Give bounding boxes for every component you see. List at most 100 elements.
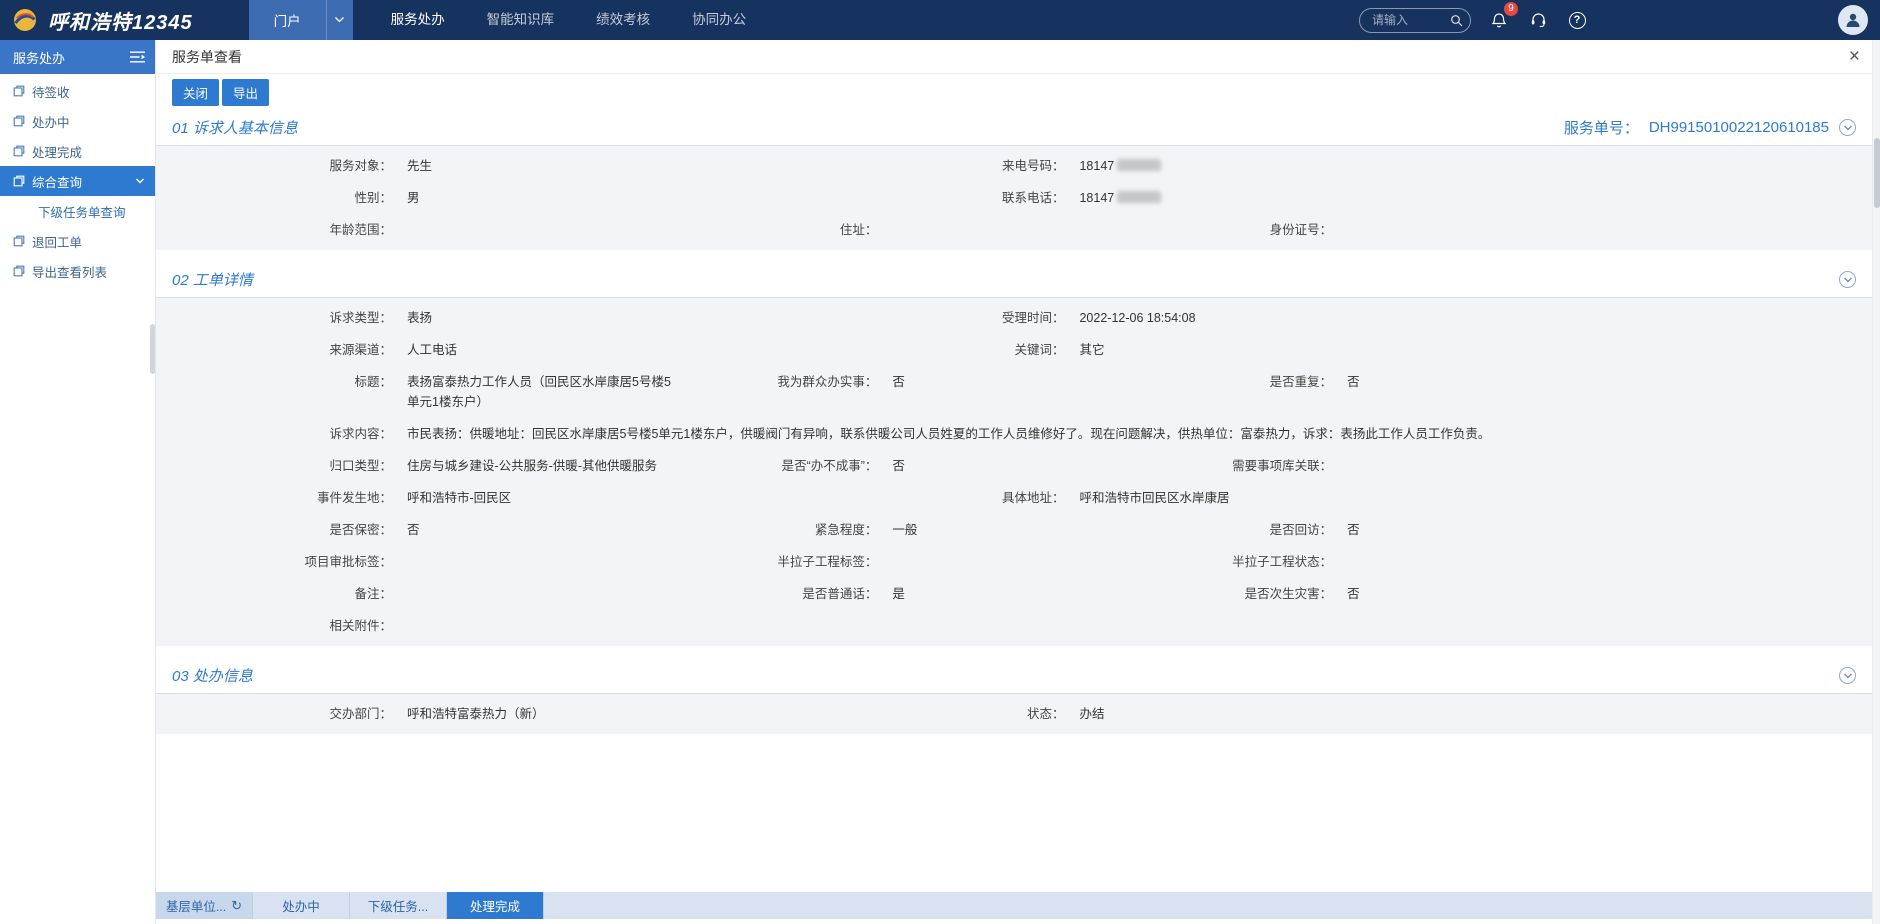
top-nav-item[interactable]: 服务处办 (385, 0, 451, 40)
chevron-down-icon (327, 17, 353, 23)
field-value: 否 (1347, 372, 1360, 392)
section-collapse-icon[interactable] (1839, 119, 1856, 136)
sidebar-item[interactable]: 待签收 (0, 76, 155, 106)
sidebar-item[interactable]: 下级任务单查询 (0, 196, 155, 226)
portal-button[interactable]: 门户 (249, 0, 353, 40)
notifications-button[interactable]: 9 (1488, 9, 1510, 31)
document-icon (13, 115, 25, 127)
field: 是否保密：否 (156, 520, 727, 540)
field-label: 项目审批标签： (156, 552, 392, 572)
sidebar-header-label: 服务处办 (13, 48, 130, 67)
field-label: 半拉子工程状态： (1182, 552, 1332, 572)
field-value: 否 (892, 456, 905, 476)
field-row: 事件发生地：呼和浩特市-回民区具体地址：呼和浩特市回民区水岸康居 (156, 482, 1872, 514)
help-button[interactable]: ? (1566, 9, 1588, 31)
sidebar-item-label: 待签收 (32, 82, 70, 101)
topbar: 呼和浩特12345 门户 服务处办智能知识库绩效考核协同办公 9 (0, 0, 1880, 40)
field-row: 来源渠道：人工电话关键词：其它 (156, 334, 1872, 366)
field-value: 18147 (1079, 188, 1161, 208)
field: 我为群众办实事：否 (727, 372, 1182, 392)
section-02: 02 工单详情诉求类型：表扬受理时间：2022-12-06 18:54:08来源… (156, 262, 1872, 646)
bottom-tab-label: 处理完成 (470, 896, 520, 915)
top-nav-item[interactable]: 绩效考核 (590, 0, 656, 40)
section-title: 03 处办信息 (172, 665, 253, 686)
field: 是否回访：否 (1182, 520, 1872, 540)
sidebar-item[interactable]: 综合查询 (0, 166, 155, 196)
field-value: 先生 (407, 156, 432, 176)
bottom-tab[interactable]: 处办中 (253, 892, 350, 919)
sidebar-item[interactable]: 导出查看列表 (0, 256, 155, 286)
document-icon (13, 175, 25, 187)
field: 身份证号： (1182, 220, 1872, 240)
page-scrollbar-thumb[interactable] (1874, 138, 1880, 208)
export-button[interactable]: 导出 (222, 79, 269, 106)
field: 是否普通话：是 (727, 584, 1182, 604)
sidebar-item-label: 退回工单 (32, 232, 82, 251)
field-value: 是 (892, 584, 905, 604)
field: 是否次生灾害：否 (1182, 584, 1872, 604)
bell-icon (1491, 12, 1507, 29)
field-label: 年龄范围： (156, 220, 392, 240)
sidebar-item[interactable]: 处理完成 (0, 136, 155, 166)
document-icon (13, 235, 25, 247)
field-label: 性别： (156, 188, 392, 208)
field: 联系电话：18147 (914, 188, 1872, 208)
masked-digits (1117, 159, 1161, 171)
field-value: 2022-12-06 18:54:08 (1079, 308, 1195, 328)
field-label: 诉求内容： (156, 424, 392, 444)
field-label: 备注： (156, 584, 392, 604)
field-row: 诉求类型：表扬受理时间：2022-12-06 18:54:08 (156, 302, 1872, 334)
field-value: 市民表扬：供暖地址：回民区水岸康居5号楼5单元1楼东户，供暖阀门有异响，联系供暖… (407, 424, 1872, 444)
collapse-sidebar-icon[interactable] (130, 51, 145, 63)
search-icon[interactable] (1450, 14, 1463, 27)
service-button[interactable] (1527, 9, 1549, 31)
masked-digits (1117, 191, 1161, 203)
avatar[interactable] (1838, 5, 1868, 35)
section-collapse-icon[interactable] (1839, 667, 1856, 684)
bottom-tab-label: 下级任务... (368, 896, 428, 915)
field: 住址： (727, 220, 1182, 240)
sidebar-item-label: 综合查询 (32, 172, 82, 191)
top-nav-item[interactable]: 智能知识库 (481, 0, 561, 40)
field-row: 相关附件： (156, 610, 1872, 642)
field-label: 来源渠道： (156, 340, 392, 360)
sidebar-scrollbar-thumb[interactable] (150, 324, 155, 374)
close-button[interactable]: 关闭 (172, 79, 219, 106)
field: 具体地址：呼和浩特市回民区水岸康居 (914, 488, 1872, 508)
field-value: 表扬 (407, 308, 432, 328)
logo-icon (12, 7, 40, 33)
field-value: 住房与城乡建设-公共服务-供暖-其他供暖服务 (407, 456, 657, 476)
field-value: 否 (1347, 584, 1360, 604)
field-label: 需要事项库关联： (1182, 456, 1332, 476)
section-collapse-icon[interactable] (1839, 271, 1856, 288)
brand: 呼和浩特12345 (0, 6, 193, 35)
section-body: 诉求类型：表扬受理时间：2022-12-06 18:54:08来源渠道：人工电话… (156, 298, 1872, 646)
bottom-tab[interactable]: 下级任务... (350, 892, 447, 919)
document-icon (13, 265, 25, 277)
field: 需要事项库关联： (1182, 456, 1872, 476)
bottom-tab[interactable]: 处理完成 (447, 892, 544, 919)
sidebar-item[interactable]: 退回工单 (0, 226, 155, 256)
toolbar: 关闭 导出 (156, 74, 1880, 110)
bottom-tab[interactable]: 基层单位...↻ (156, 892, 253, 919)
section-body: 交办部门：呼和浩特富泰热力（新）状态：办结 (156, 694, 1872, 734)
field: 半拉子工程标签： (727, 552, 1182, 572)
top-nav-item[interactable]: 协同办公 (686, 0, 752, 40)
search-box[interactable] (1359, 8, 1471, 33)
field-label: 标题： (156, 372, 392, 392)
close-icon[interactable]: × (1849, 47, 1860, 66)
sidebar-item[interactable]: 处办中 (0, 106, 155, 136)
field: 项目审批标签： (156, 552, 727, 572)
field-label: 相关附件： (156, 616, 392, 636)
field-label: 紧急程度： (727, 520, 877, 540)
field: 归口类型：住房与城乡建设-公共服务-供暖-其他供暖服务 (156, 456, 727, 476)
page-scrollbar[interactable] (1872, 40, 1880, 924)
sidebar-item-label: 导出查看列表 (32, 262, 107, 281)
field: 诉求内容： 市民表扬：供暖地址：回民区水岸康居5号楼5单元1楼东户，供暖阀门有异响… (156, 424, 1872, 444)
field-value: 呼和浩特市回民区水岸康居 (1079, 488, 1229, 508)
notification-badge: 9 (1504, 2, 1518, 16)
field-value: 18147 (1079, 156, 1161, 176)
sidebar-header: 服务处办 (0, 40, 155, 74)
section-header-right (1839, 271, 1856, 288)
field-value: 否 (1347, 520, 1360, 540)
